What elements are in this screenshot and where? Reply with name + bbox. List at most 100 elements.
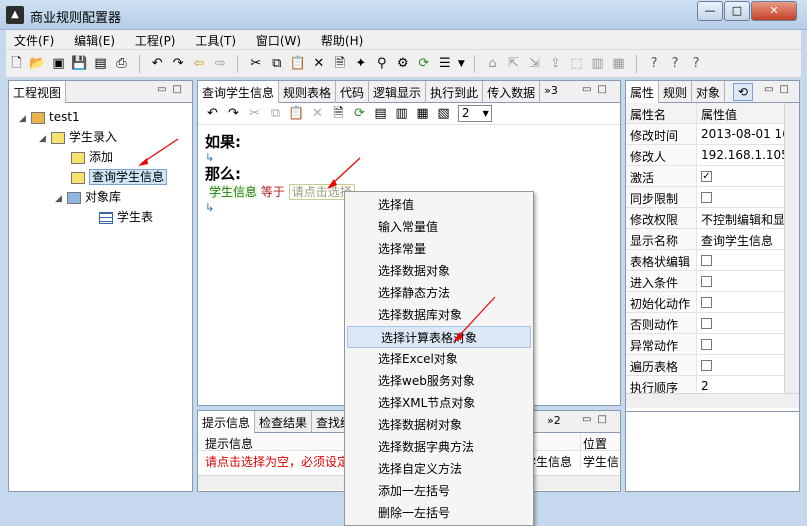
- active-checkbox[interactable]: ✓: [701, 171, 712, 182]
- close-button[interactable]: ✕: [751, 1, 797, 21]
- col-value-header[interactable]: 属性值: [697, 103, 784, 123]
- properties-icon[interactable]: 🗎: [329, 54, 350, 74]
- table-edit-checkbox[interactable]: [701, 255, 712, 266]
- tree-node-query[interactable]: 查询学生信息: [19, 167, 192, 187]
- property-row[interactable]: 激活 ✓: [626, 166, 784, 187]
- tab-project-view[interactable]: 工程视图: [9, 81, 67, 103]
- refresh-icon[interactable]: ⟳: [349, 104, 370, 124]
- tree-node-objlib[interactable]: ◢ 对象库: [19, 187, 192, 207]
- library-icon[interactable]: ▥: [587, 54, 608, 74]
- col-name-header[interactable]: 属性名: [626, 103, 697, 123]
- delete-icon[interactable]: ✕: [307, 104, 328, 124]
- rule-subject[interactable]: 学生信息: [209, 185, 258, 199]
- back-icon[interactable]: ⇦: [189, 54, 210, 74]
- tree-node-root[interactable]: ◢ test1: [19, 107, 192, 127]
- save-icon[interactable]: 💾: [69, 54, 90, 74]
- import-icon[interactable]: ⇲: [524, 54, 545, 74]
- property-row[interactable]: 异常动作: [626, 334, 784, 355]
- menu-item-select-custom-method[interactable]: 选择自定义方法: [345, 458, 533, 480]
- init-action-checkbox[interactable]: [701, 297, 712, 308]
- doc-check-icon[interactable]: ▦: [412, 104, 433, 124]
- publish-icon[interactable]: ⬚: [566, 54, 587, 74]
- property-row[interactable]: 初始化动作: [626, 292, 784, 313]
- tab-code[interactable]: 代码: [336, 81, 370, 103]
- property-value[interactable]: 2013-08-01 16: [697, 124, 784, 144]
- property-row[interactable]: 修改权限 不控制编辑和显: [626, 208, 784, 229]
- doc-edit-icon[interactable]: ▧: [433, 104, 454, 124]
- menu-item-select-static-method[interactable]: 选择静态方法: [345, 282, 533, 304]
- collapse-icon[interactable]: ◢: [55, 189, 67, 209]
- about-icon[interactable]: ?: [686, 54, 707, 74]
- property-row[interactable]: 表格状编辑: [626, 250, 784, 271]
- tree-node-group[interactable]: ◢ 学生录入: [19, 127, 192, 147]
- menu-item-add-left-paren[interactable]: 添加一左括号: [345, 480, 533, 502]
- menu-item-select-dict-method[interactable]: 选择数据字典方法: [345, 436, 533, 458]
- traverse-table-checkbox[interactable]: [701, 360, 712, 371]
- paste-icon[interactable]: 📋: [287, 54, 308, 74]
- menu-item-select-calc-table[interactable]: 选择计算表格对象: [347, 326, 531, 348]
- panel-minmax-icon[interactable]: ▭□: [764, 84, 795, 95]
- copy-icon[interactable]: ⧉: [265, 104, 286, 124]
- menu-item-select-data-tree[interactable]: 选择数据树对象: [345, 414, 533, 436]
- tab-rules[interactable]: 规则: [659, 81, 693, 103]
- help-icon[interactable]: ?: [644, 54, 665, 74]
- wand-icon[interactable]: ✦: [350, 54, 371, 74]
- menu-item-select-db-object[interactable]: 选择数据库对象: [345, 304, 533, 326]
- menu-tools[interactable]: 工具(T): [187, 30, 244, 50]
- save-all-icon[interactable]: ▤: [90, 54, 111, 74]
- paste-icon[interactable]: 📋: [286, 104, 307, 124]
- menu-item-remove-left-paren[interactable]: 删除一左括号: [345, 502, 533, 524]
- menu-project[interactable]: 工程(P): [127, 30, 184, 50]
- tree-node-table[interactable]: 学生表: [19, 207, 192, 227]
- cut-icon[interactable]: ✂: [244, 104, 265, 124]
- property-row[interactable]: 修改人 192.168.1.105: [626, 145, 784, 166]
- find-icon[interactable]: ⚲: [371, 54, 392, 74]
- menu-item-select-data-object[interactable]: 选择数据对象: [345, 260, 533, 282]
- help-context-icon[interactable]: ?: [665, 54, 686, 74]
- panel-minmax-icon[interactable]: ▭□: [582, 414, 613, 425]
- config-icon[interactable]: ⚙: [392, 54, 413, 74]
- print-icon[interactable]: ⎙: [111, 54, 132, 74]
- property-row[interactable]: 同步限制: [626, 187, 784, 208]
- forward-icon[interactable]: ⇨: [210, 54, 231, 74]
- delete-icon[interactable]: ✕: [308, 54, 329, 74]
- menu-edit[interactable]: 编辑(E): [66, 30, 123, 50]
- entry-condition-checkbox[interactable]: [701, 276, 712, 287]
- vertical-scrollbar[interactable]: [784, 103, 799, 393]
- build-icon[interactable]: ⌂: [482, 54, 503, 74]
- indent-icon[interactable]: ☰: [434, 54, 455, 74]
- menu-item-select-value[interactable]: 选择值: [345, 194, 533, 216]
- refresh-icon[interactable]: ⟳: [413, 54, 434, 74]
- rule-operator[interactable]: 等于: [261, 185, 285, 199]
- tab-overflow[interactable]: »3: [540, 81, 562, 103]
- panel-minmax-icon[interactable]: ▭□: [582, 84, 613, 95]
- minimize-button[interactable]: —: [697, 1, 723, 21]
- maximize-button[interactable]: □: [724, 1, 750, 21]
- new-file-icon[interactable]: 🗋: [6, 54, 27, 74]
- zoom-select[interactable]: 2 ▼: [457, 105, 492, 122]
- menu-help[interactable]: 帮助(H): [313, 30, 371, 50]
- tab-logic-view[interactable]: 逻辑显示: [369, 81, 427, 103]
- tab-properties[interactable]: 属性: [626, 81, 660, 103]
- doc-search-icon[interactable]: ▥: [391, 104, 412, 124]
- properties-icon[interactable]: 🗎: [328, 104, 349, 124]
- menu-window[interactable]: 窗口(W): [248, 30, 309, 50]
- tab-rule-query[interactable]: 查询学生信息: [198, 81, 280, 103]
- property-row[interactable]: 进入条件: [626, 271, 784, 292]
- open-folder-icon[interactable]: 📂: [27, 54, 48, 74]
- collapse-icon[interactable]: ◢: [39, 129, 51, 149]
- dropdown-icon[interactable]: ▼: [455, 54, 467, 74]
- col-pos-header[interactable]: 位置: [580, 433, 620, 451]
- menu-item-select-excel[interactable]: 选择Excel对象: [345, 348, 533, 370]
- cut-icon[interactable]: ✂: [245, 54, 266, 74]
- horizontal-scrollbar[interactable]: [626, 393, 799, 408]
- archive-icon[interactable]: ▦: [608, 54, 629, 74]
- property-value[interactable]: 192.168.1.105: [697, 145, 784, 165]
- tab-rule-table[interactable]: 规则表格: [279, 81, 337, 103]
- property-value[interactable]: 不控制编辑和显: [697, 208, 784, 228]
- sync-limit-checkbox[interactable]: [701, 192, 712, 203]
- redo-icon[interactable]: ↷: [168, 54, 189, 74]
- menu-item-select-xml-node[interactable]: 选择XML节点对象: [345, 392, 533, 414]
- property-row[interactable]: 否则动作: [626, 313, 784, 334]
- undo-icon[interactable]: ↶: [202, 104, 223, 124]
